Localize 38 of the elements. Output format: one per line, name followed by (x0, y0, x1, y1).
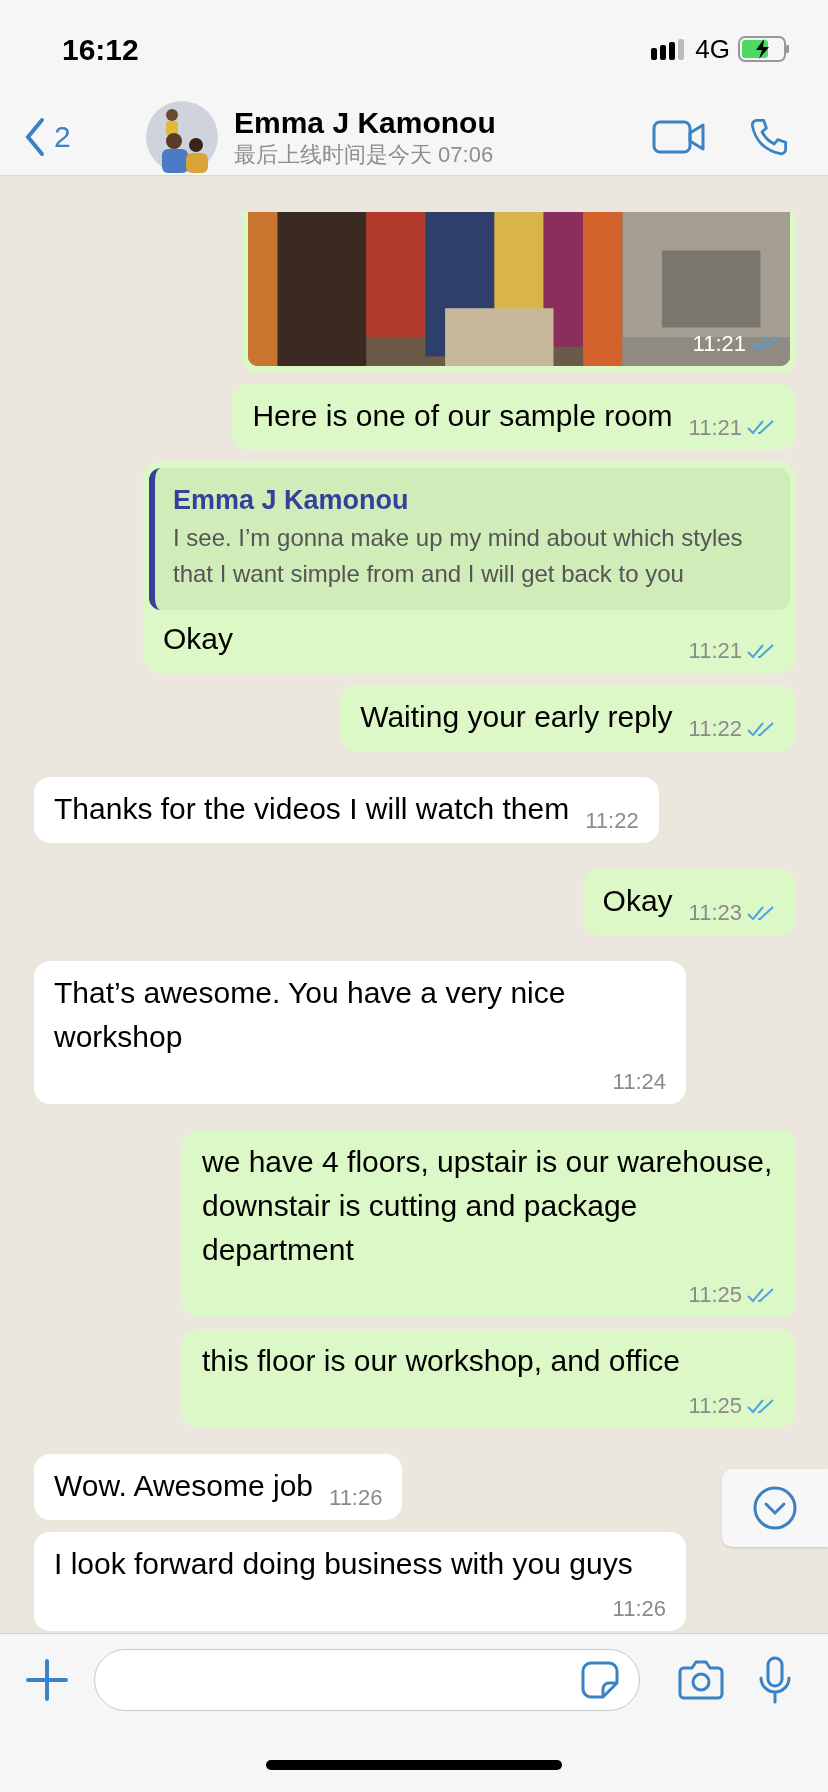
quote-author: Emma J Kamonou (173, 483, 410, 517)
sticker-icon[interactable] (581, 1661, 619, 1699)
message-text: Here is one of our sample room (252, 397, 673, 434)
message-time: 11:21 (692, 329, 746, 358)
back-button[interactable]: 2 (24, 114, 124, 159)
scroll-down-button[interactable] (722, 1469, 828, 1547)
message-time: 11:26 (329, 1484, 383, 1512)
message-text: Okay (163, 621, 234, 657)
quote-text: I see. I’m gonna make up my mind about which styles that I want simple from and I will get back to you (173, 523, 744, 589)
chevron-left-icon (24, 116, 46, 157)
message-text: That’s awesome. You have a very nice workshop (54, 975, 567, 1055)
clock-time: 16:12 (62, 31, 139, 68)
avatar[interactable] (146, 100, 218, 173)
camera-icon[interactable] (678, 1660, 724, 1700)
message-text: Thanks for the videos I will watch them (54, 791, 570, 827)
plus-icon[interactable] (26, 1659, 68, 1701)
message-text: Okay (602, 883, 673, 919)
message-text: we have 4 floors, upstair is our warehouse, downstair is cutting and package department (202, 1144, 774, 1268)
message-time: 11:24 (612, 1068, 666, 1096)
message-time: 11:22 (585, 807, 639, 835)
microphone-icon[interactable] (758, 1656, 792, 1704)
last-seen-status: 最后上线时间是今天 07:06 (234, 140, 495, 169)
message-time: 11:25 (688, 1392, 742, 1420)
quoted-message[interactable]: Emma J Kamonou I see. I’m gonna make up my mind about which styles that I want simple from and I will get back to you (149, 467, 790, 610)
message-text: this floor is our workshop, and office (202, 1343, 681, 1379)
message-text: Wow. Awesome job (54, 1468, 314, 1504)
message-text: Waiting your early reply (360, 699, 673, 735)
message-time: 11:25 (688, 1281, 742, 1309)
message-time: 11:26 (612, 1595, 666, 1623)
video-call-icon[interactable] (652, 119, 706, 154)
message-text: I look forward doing business with you guys (54, 1546, 633, 1582)
network-type: 4G (695, 32, 730, 66)
message-time: 11:23 (688, 899, 742, 927)
message-time: 11:21 (688, 637, 742, 665)
contact-name[interactable]: Emma J Kamonou (234, 104, 652, 141)
chevron-down-circle-icon (752, 1485, 798, 1531)
message-time: 11:21 (688, 413, 742, 442)
message-time: 11:22 (688, 715, 742, 743)
